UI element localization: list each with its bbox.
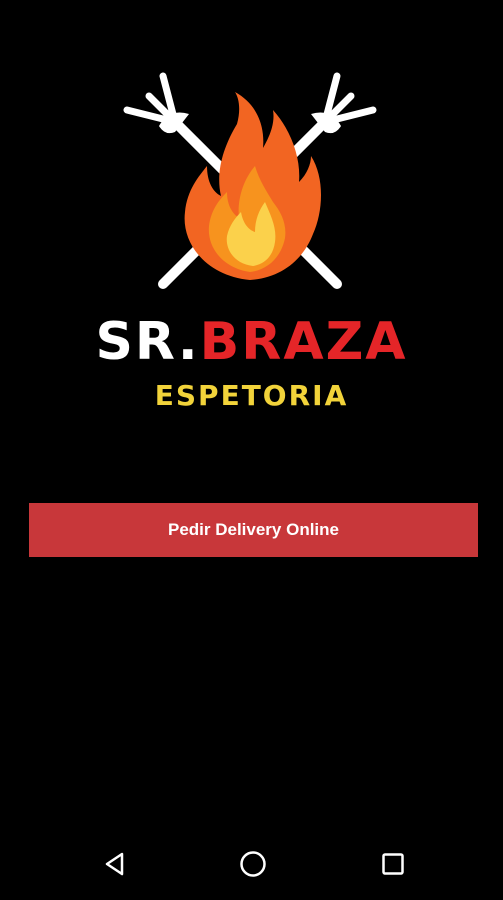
brand-name-part2: BRAZA — [199, 312, 408, 372]
flame-icon — [184, 92, 321, 280]
brand-tagline: ESPETORIA — [154, 379, 349, 412]
home-icon[interactable] — [233, 844, 273, 884]
system-navigation-bar — [0, 826, 503, 900]
delivery-order-button[interactable]: Pedir Delivery Online — [29, 503, 478, 557]
logo-emblem — [123, 72, 377, 289]
splash-screen: SR.BRAZA ESPETORIA Pedir Delivery Online — [0, 0, 503, 900]
back-icon[interactable] — [95, 844, 135, 884]
brand-name-part1: SR. — [95, 312, 200, 372]
recents-icon[interactable] — [373, 844, 413, 884]
brand-name: SR.BRAZA — [0, 312, 503, 372]
